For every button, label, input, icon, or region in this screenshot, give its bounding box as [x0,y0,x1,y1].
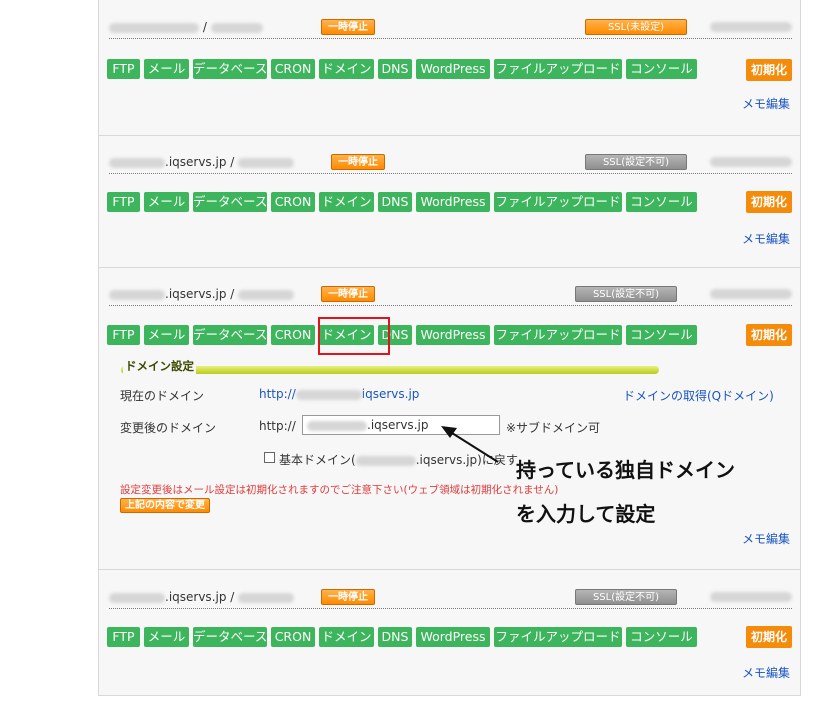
menu-button-cron[interactable]: CRON [271,627,315,647]
init-button[interactable]: 初期化 [746,324,792,346]
pause-button[interactable]: 一時停止 [321,19,375,35]
new-domain-prefix: http:// [259,419,296,433]
domain-settings-title: ドメイン設定 [123,358,196,374]
menu-button-mail[interactable]: メール [144,627,189,647]
server-panel-4: .iqservs.jp / 一時停止 SSL(設定不可) FTP メール データベー… [98,569,801,696]
menu-button-ftp[interactable]: FTP [107,627,140,647]
memo-edit-link[interactable]: メモ編集 [742,664,790,681]
menu-button-ftp[interactable]: FTP [107,59,140,79]
ssl-button[interactable]: SSL(未設定) [585,19,687,35]
menu-button-console[interactable]: コンソール [626,325,697,345]
menu-button-file-upload[interactable]: ファイルアップロード [494,59,622,79]
menu-button-console[interactable]: コンソール [626,192,697,212]
memo-edit-link[interactable]: メモ編集 [742,530,790,547]
menu-button-file-upload[interactable]: ファイルアップロード [494,192,622,212]
domain-highlight-box [318,317,390,355]
pause-button[interactable]: 一時停止 [321,589,375,605]
init-button[interactable]: 初期化 [746,59,792,81]
menu-button-wordpress[interactable]: WordPress [416,59,490,79]
menu-button-file-upload[interactable]: ファイルアップロード [494,627,622,647]
menu-button-dns[interactable]: DNS [378,59,412,79]
menu-button-mail[interactable]: メール [144,192,189,212]
server-header: / 一時停止 SSL(未設定) [109,18,792,39]
server-header: .iqservs.jp / 一時停止 SSL(設定不可) [109,285,792,306]
acquire-domain-link[interactable]: ドメインの取得(Qドメイン) [623,387,774,404]
server-host: .iqservs.jp / [109,287,295,301]
pause-button[interactable]: 一時停止 [331,154,385,170]
domain-settings-bar [121,366,659,374]
server-panel-3: .iqservs.jp / 一時停止 SSL(設定不可) FTP メール データベー… [98,267,801,570]
server-host: / [109,20,263,34]
menu-button-console[interactable]: コンソール [626,627,697,647]
menu-button-dns[interactable]: DNS [378,192,412,212]
menu-button-dns[interactable]: DNS [378,627,412,647]
ssl-button[interactable]: SSL(設定不可) [575,589,677,605]
menu-button-domain[interactable]: ドメイン [319,59,374,79]
server-panel-2: .iqservs.jp / 一時停止 SSL(設定不可) FTP メール データベー… [98,135,801,268]
menu-button-ftp[interactable]: FTP [107,192,140,212]
menu-button-console[interactable]: コンソール [626,59,697,79]
reset-domain-label[interactable]: 基本ドメイン(.iqservs.jp)に戻す [279,451,518,468]
memo-edit-link[interactable]: メモ編集 [742,95,790,112]
menu-button-database[interactable]: データベース [193,627,267,647]
menu-button-wordpress[interactable]: WordPress [416,627,490,647]
server-header: .iqservs.jp / 一時停止 SSL(設定不可) [109,153,792,174]
menu-button-cron[interactable]: CRON [271,192,315,212]
server-date [710,157,792,167]
current-domain-link[interactable]: http://iqservs.jp [259,387,419,401]
new-domain-input[interactable]: .iqservs.jp [302,415,500,435]
server-host: .iqservs.jp / [109,155,295,169]
current-domain-label: 現在のドメイン [120,389,205,403]
memo-edit-link[interactable]: メモ編集 [742,230,790,247]
menu-button-mail[interactable]: メール [144,325,189,345]
server-header: .iqservs.jp / 一時停止 SSL(設定不可) [109,588,792,609]
menu-button-database[interactable]: データベース [193,59,267,79]
init-button[interactable]: 初期化 [746,191,792,213]
callout-line-2: を入力して設定 [516,502,656,526]
menu-button-database[interactable]: データベース [193,192,267,212]
menu-button-file-upload[interactable]: ファイルアップロード [494,325,622,345]
menu-button-cron[interactable]: CRON [271,59,315,79]
reset-domain-checkbox[interactable] [264,452,275,463]
server-panel-1: / 一時停止 SSL(未設定) FTP メール データベース CRON ドメイン DNS W… [98,0,801,136]
warning-text: 設定変更後はメール設定は初期化されますのでご注意下さい(ウェブ領域は初期化されま… [120,484,559,496]
pause-button[interactable]: 一時停止 [321,286,375,302]
menu-button-domain[interactable]: ドメイン [319,627,374,647]
ssl-button[interactable]: SSL(設定不可) [575,286,677,302]
callout-line-1: 持っている独自ドメイン [516,458,735,482]
menu-button-database[interactable]: データベース [193,325,267,345]
subdomain-note: ※サブドメイン可 [506,421,601,435]
submit-button[interactable]: 上記の内容で変更 [120,498,210,513]
new-domain-label: 変更後のドメイン [120,421,217,435]
menu-button-mail[interactable]: メール [144,59,189,79]
server-host: .iqservs.jp / [109,590,295,604]
server-date [710,289,792,299]
menu-button-wordpress[interactable]: WordPress [416,192,490,212]
ssl-button[interactable]: SSL(設定不可) [585,154,687,170]
menu-button-domain[interactable]: ドメイン [319,192,374,212]
menu-button-wordpress[interactable]: WordPress [416,325,490,345]
server-date [710,22,792,32]
server-date [710,592,792,602]
init-button[interactable]: 初期化 [746,626,792,648]
menu-button-ftp[interactable]: FTP [107,325,140,345]
menu-button-cron[interactable]: CRON [271,325,315,345]
